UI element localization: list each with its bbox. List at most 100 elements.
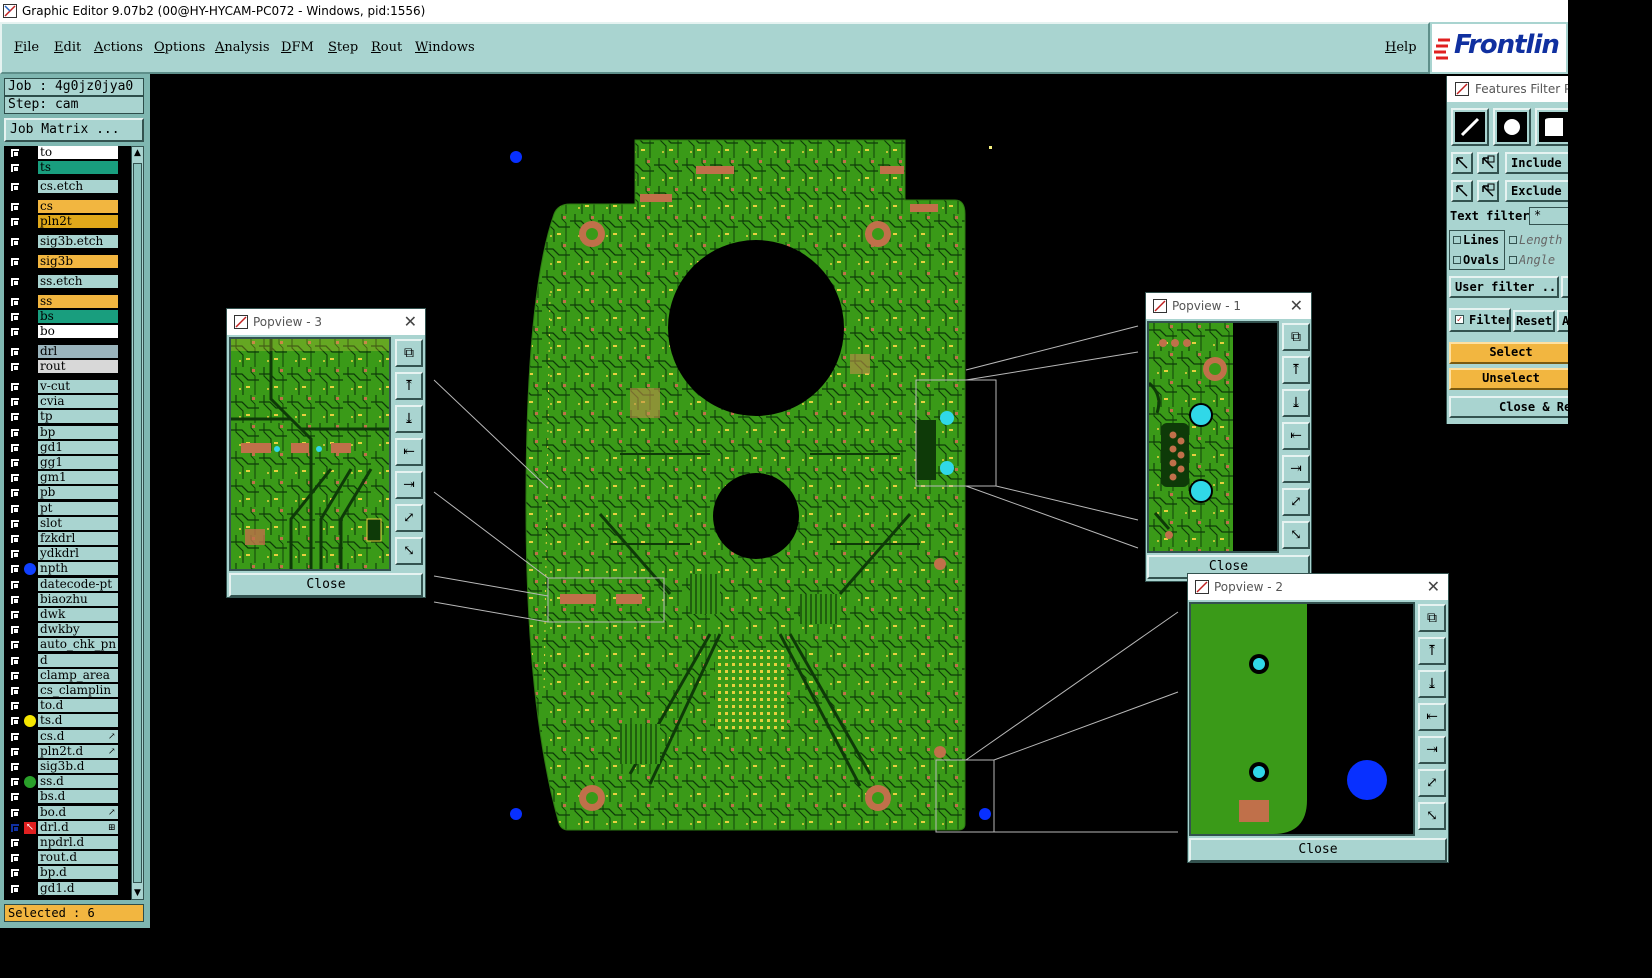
layer-checkbox[interactable] — [10, 503, 20, 514]
layer-row[interactable]: dwk — [4, 608, 132, 622]
layer-name[interactable]: ss — [38, 295, 118, 309]
layer-name[interactable]: pt — [38, 501, 118, 516]
pan-up-icon[interactable]: ⤒ — [1282, 356, 1310, 384]
layer-checkbox[interactable] — [10, 442, 20, 453]
layer-row[interactable]: datecode-pt — [4, 577, 132, 592]
select-button[interactable]: Select — [1449, 342, 1568, 364]
layer-checkbox[interactable] — [10, 686, 20, 696]
zoom-window-icon[interactable]: ⧉ — [1418, 604, 1446, 632]
layer-checkbox[interactable] — [10, 458, 20, 468]
pan-right-icon[interactable]: ⇥ — [1418, 736, 1446, 764]
layer-checkbox[interactable] — [10, 237, 20, 247]
layer-name[interactable]: pln2t — [38, 215, 118, 229]
layer-name[interactable]: ss.etch — [38, 275, 118, 289]
layer-name[interactable]: gd1 — [38, 440, 118, 455]
layer-checkbox[interactable] — [10, 746, 20, 757]
menu-file[interactable]: File — [14, 40, 39, 55]
layer-row[interactable]: bo.d ↗ — [4, 805, 132, 820]
pan-down-icon[interactable]: ⤓ — [395, 405, 423, 433]
menu-step[interactable]: Step — [328, 40, 358, 55]
layer-checkbox[interactable] — [10, 731, 20, 742]
additional-filter-button[interactable]: A — [1557, 310, 1568, 332]
layer-name[interactable]: npdrl.d — [38, 836, 118, 850]
layer-row[interactable]: ↖ drl.d ⊞ — [4, 820, 132, 835]
layer-name[interactable]: gm1 — [38, 471, 118, 486]
length-checkbox[interactable] — [1509, 236, 1517, 244]
include-select-button[interactable] — [1477, 152, 1499, 174]
pan-left-icon[interactable]: ⇤ — [1282, 422, 1310, 450]
layer-checkbox[interactable] — [10, 163, 20, 173]
layer-name[interactable]: auto_chk_pn — [38, 638, 118, 653]
layer-row[interactable]: cs_clamplin — [4, 684, 132, 698]
layer-checkbox[interactable] — [10, 625, 20, 636]
job-matrix-button[interactable]: Job Matrix ... — [4, 118, 144, 142]
scrollbar-thumb[interactable] — [133, 163, 142, 883]
layer-checkbox[interactable] — [10, 549, 20, 560]
pan-right-icon[interactable]: ⇥ — [395, 471, 423, 499]
layer-checkbox[interactable] — [10, 838, 20, 848]
menu-edit[interactable]: Edit — [54, 40, 81, 55]
layer-name[interactable]: bp.d — [38, 866, 118, 881]
layer-row[interactable]: drl — [4, 345, 132, 359]
layer-checkbox[interactable] — [10, 257, 20, 267]
layer-checkbox[interactable] — [10, 362, 20, 372]
layer-name[interactable]: ydkdrl — [38, 547, 118, 562]
layer-row[interactable]: bs — [4, 310, 132, 324]
menu-help[interactable]: Help — [1385, 40, 1417, 55]
popview-2-close-button[interactable]: Close — [1189, 838, 1447, 862]
layer-name[interactable]: rout — [38, 360, 118, 374]
zoom-in-icon[interactable]: ⤢ — [395, 504, 423, 532]
layer-name[interactable]: pb — [38, 486, 118, 501]
popview-3-close-button[interactable]: Close — [229, 573, 423, 597]
layer-checkbox[interactable] — [10, 182, 20, 192]
layer-row[interactable]: clamp_area — [4, 668, 132, 683]
menu-actions[interactable]: Actions — [94, 40, 143, 55]
layer-row[interactable]: ydkdrl — [4, 547, 132, 562]
exclude-symbols-button[interactable]: Exclude S — [1505, 180, 1568, 202]
popview-1-image[interactable] — [1147, 321, 1279, 553]
exclude-select-button[interactable] — [1477, 180, 1499, 202]
layer-name[interactable]: bs — [38, 310, 118, 324]
layer-row[interactable]: cs.d ↗ — [4, 729, 132, 744]
menu-rout[interactable]: Rout — [371, 40, 402, 55]
layer-row[interactable]: dwkby — [4, 623, 132, 638]
layer-checkbox[interactable] — [10, 853, 20, 864]
layer-checkbox[interactable] — [10, 297, 20, 307]
scroll-up-arrow-icon[interactable]: ▲ — [132, 147, 143, 159]
angle-checkbox[interactable] — [1509, 256, 1517, 264]
layer-name[interactable]: drl.d — [38, 820, 118, 835]
layer-name[interactable]: dwk — [38, 608, 118, 622]
scroll-down-arrow-icon[interactable]: ▼ — [132, 887, 143, 899]
layer-checkbox[interactable] — [10, 488, 20, 499]
unselect-button[interactable]: Unselect — [1449, 368, 1568, 390]
popview-2-image[interactable] — [1189, 602, 1415, 836]
layer-name[interactable]: ts — [38, 161, 118, 175]
layer-name[interactable]: d — [38, 653, 118, 668]
layer-checkbox[interactable] — [10, 594, 20, 605]
layer-row[interactable]: gg1 — [4, 456, 132, 470]
user-filter-toggle[interactable] — [1561, 276, 1568, 298]
layer-checkbox[interactable] — [10, 579, 20, 590]
layer-name[interactable]: bs.d — [38, 790, 118, 805]
pcb-board[interactable] — [525, 139, 966, 831]
pan-down-icon[interactable]: ⤓ — [1418, 670, 1446, 698]
user-filter-button[interactable]: User filter ... — [1449, 276, 1559, 298]
layer-checkbox[interactable] — [10, 564, 20, 575]
layer-row[interactable]: ts.d — [4, 714, 132, 729]
menu-dfm[interactable]: DFM — [281, 40, 314, 55]
layer-row[interactable]: bo — [4, 325, 132, 339]
zoom-in-icon[interactable]: ⤢ — [1282, 488, 1310, 516]
lines-checkbox[interactable] — [1453, 236, 1461, 244]
layer-name[interactable]: datecode-pt — [38, 577, 118, 592]
layer-row[interactable]: d — [4, 653, 132, 668]
menu-analysis[interactable]: Analysis — [215, 40, 270, 55]
layer-checkbox[interactable] — [10, 397, 20, 408]
layer-checkbox[interactable] — [10, 277, 20, 287]
layer-row[interactable]: gd1.d — [4, 881, 132, 896]
close-icon[interactable]: ✕ — [1290, 293, 1303, 319]
layer-checkbox[interactable] — [10, 716, 20, 727]
layer-name[interactable]: cs.etch — [38, 180, 118, 194]
layer-name[interactable]: pln2t.d — [38, 744, 118, 759]
exclude-pick-button[interactable] — [1451, 180, 1473, 202]
layer-row[interactable]: ss — [4, 295, 132, 309]
